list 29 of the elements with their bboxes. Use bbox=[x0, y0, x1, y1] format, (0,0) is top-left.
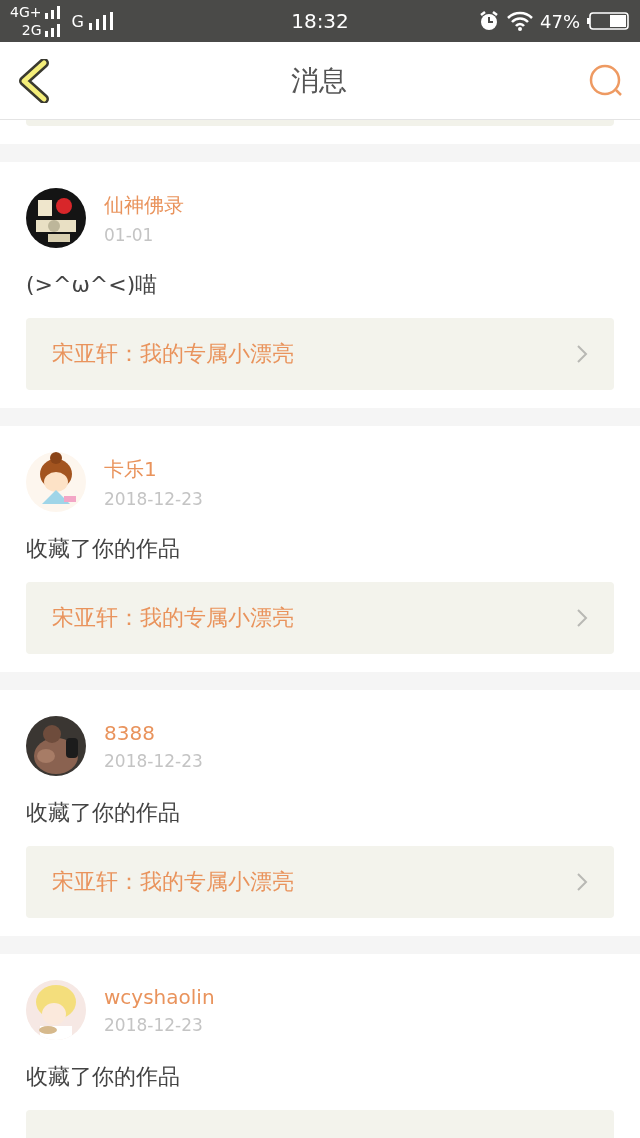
work-link[interactable]: 宋亚轩：我的专属小漂亮 bbox=[26, 582, 614, 654]
username[interactable]: wcyshaolin bbox=[104, 985, 215, 1009]
message-date: 01-01 bbox=[104, 224, 155, 245]
back-icon[interactable] bbox=[18, 58, 50, 103]
message-date: 2018-12-23 bbox=[104, 488, 203, 509]
network-label: G bbox=[71, 11, 84, 31]
page-title: 消息 bbox=[291, 62, 347, 99]
message-text: 收藏了你的作品 bbox=[26, 1063, 181, 1091]
username[interactable]: 卡乐1 bbox=[104, 455, 203, 483]
username[interactable]: 仙神佛录 bbox=[104, 191, 184, 219]
message-text: (>^ω^<)喵 bbox=[26, 271, 159, 299]
work-link[interactable]: 宋亚轩：我的专属小漂亮 bbox=[26, 846, 614, 918]
clock-time: 18:32 bbox=[291, 9, 349, 33]
chevron-right-icon bbox=[576, 344, 588, 364]
battery-icon bbox=[586, 11, 630, 31]
network-label: 4G+ bbox=[10, 3, 42, 21]
message-date: 2018-12-23 bbox=[104, 1015, 204, 1035]
message-text: 收藏了你的作品 bbox=[26, 535, 181, 563]
signal-icon bbox=[87, 12, 114, 30]
username[interactable]: 8388 bbox=[104, 721, 203, 745]
chevron-right-icon bbox=[576, 872, 588, 892]
network-label: 2G bbox=[21, 21, 42, 39]
alarm-clock-icon bbox=[478, 10, 500, 32]
wifi-icon bbox=[506, 11, 534, 31]
battery-percent: 47% bbox=[540, 10, 580, 32]
message-text: 收藏了你的作品 bbox=[26, 799, 181, 827]
work-link[interactable]: 宋亚轩：我的专属小漂亮 bbox=[26, 318, 614, 390]
message-date: 2018-12-23 bbox=[104, 751, 203, 771]
chevron-right-icon bbox=[576, 608, 588, 628]
